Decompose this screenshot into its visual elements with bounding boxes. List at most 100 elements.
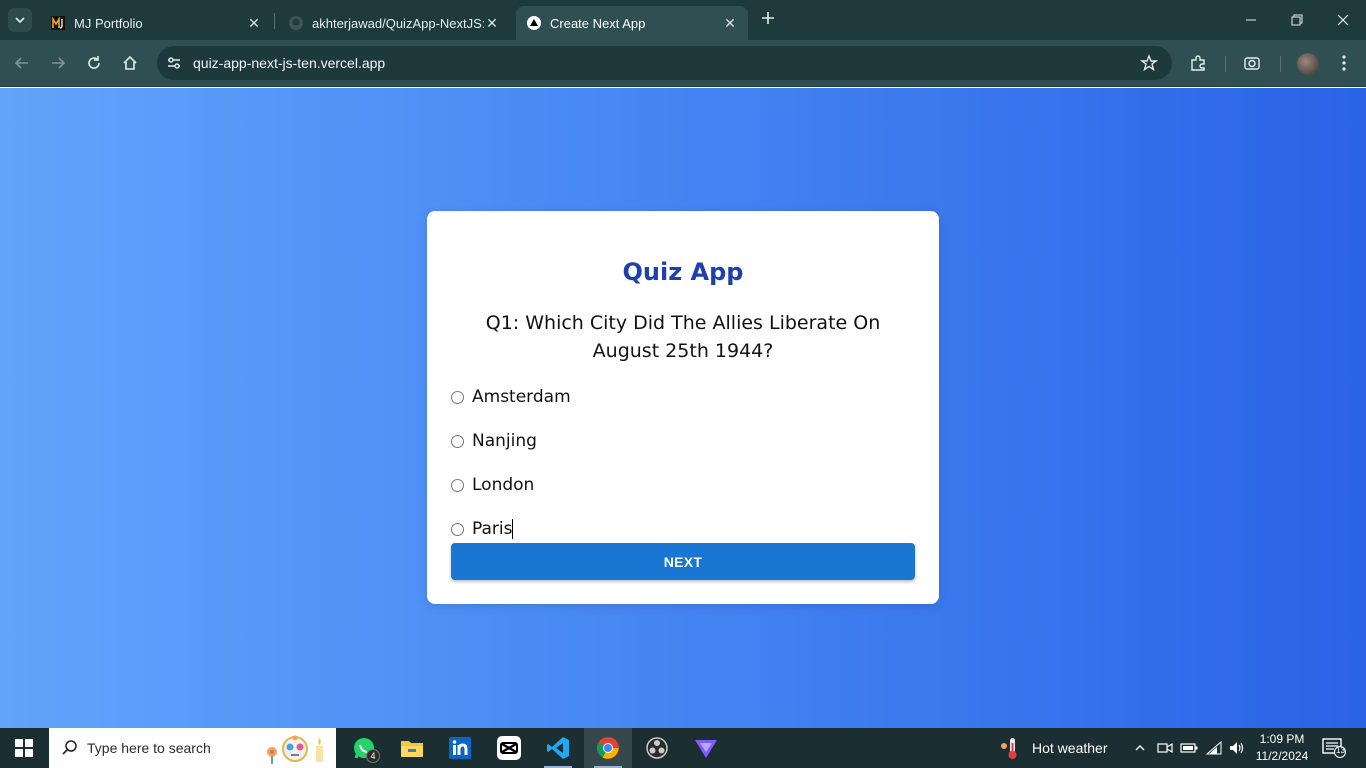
minimize-icon: [1246, 19, 1256, 21]
notification-center-button[interactable]: 13: [1322, 738, 1346, 763]
notification-badge: 4: [366, 749, 380, 763]
close-icon[interactable]: ✕: [484, 15, 500, 31]
search-icon: [61, 739, 79, 762]
puzzle-icon: [1191, 55, 1205, 71]
taskbar-capcut[interactable]: [485, 728, 533, 768]
restore-icon: [1291, 14, 1303, 26]
day-of-dead-skull-icon: [260, 732, 330, 768]
thermometer-icon: [1001, 738, 1017, 759]
taskbar-search[interactable]: Type here to search: [49, 728, 336, 768]
meet-now-button[interactable]: [1156, 739, 1174, 757]
search-placeholder: Type here to search: [87, 740, 211, 756]
reload-icon: [88, 56, 100, 69]
option-label: London: [472, 475, 535, 495]
speaker-icon: [1230, 742, 1244, 754]
radio-button[interactable]: [451, 478, 464, 492]
close-icon[interactable]: ✕: [722, 15, 738, 31]
option-label: Paris: [472, 519, 513, 539]
windows-logo-icon: [15, 739, 33, 757]
home-button[interactable]: [118, 51, 142, 75]
option-amsterdam[interactable]: Amsterdam: [451, 385, 571, 409]
back-button[interactable]: [10, 51, 34, 75]
taskbar-vscode[interactable]: [534, 728, 582, 768]
network-indicator[interactable]: [1205, 739, 1223, 757]
plus-icon: [762, 12, 774, 24]
tab-github-repo[interactable]: akhterjawad/QuizApp-NextJS: B ✕: [278, 6, 510, 40]
tab-divider: [274, 13, 275, 29]
restore-button[interactable]: [1274, 0, 1320, 40]
tab-title: akhterjawad/QuizApp-NextJS: B: [312, 15, 484, 31]
linkedin-icon: [449, 737, 471, 759]
start-button[interactable]: [0, 728, 48, 768]
battery-icon: [1180, 743, 1198, 753]
url-text: quiz-app-next-js-ten.vercel.app: [193, 55, 386, 71]
nextjs-icon: [526, 15, 542, 31]
taskbar-proton-vpn[interactable]: [682, 728, 730, 768]
clock-time: 1:09 PM: [1259, 732, 1305, 746]
tab-title: Create Next App: [550, 15, 646, 31]
tab-title: MJ Portfolio: [74, 15, 143, 31]
quiz-title: Quiz App: [622, 258, 744, 286]
tab-mj-portfolio[interactable]: MJ Portfolio ✕: [40, 6, 272, 40]
option-label: Nanjing: [472, 431, 537, 451]
quiz-card: Quiz App Q1: Which City Did The Allies L…: [427, 211, 939, 604]
toolbar-divider: [1280, 56, 1281, 72]
radio-button[interactable]: [451, 434, 464, 448]
profile-avatar[interactable]: [1297, 53, 1319, 75]
screenshot-button[interactable]: [1240, 51, 1264, 75]
arrow-right-icon: [52, 57, 66, 69]
mj-logo-icon: [50, 15, 66, 31]
volume-control[interactable]: [1228, 739, 1246, 757]
taskbar-obs[interactable]: [633, 728, 681, 768]
radio-button[interactable]: [451, 522, 464, 536]
reload-button[interactable]: [82, 51, 106, 75]
camera-icon: [1157, 742, 1173, 754]
option-london[interactable]: London: [451, 473, 534, 497]
taskbar-linkedin[interactable]: [436, 728, 484, 768]
folder-icon: [401, 741, 423, 757]
system-clock[interactable]: 1:09 PM 11/2/2024: [1252, 731, 1312, 765]
toolbar-divider: [1225, 56, 1226, 72]
close-window-button[interactable]: [1320, 0, 1366, 40]
chevron-up-icon: [1135, 745, 1145, 751]
minimize-button[interactable]: [1228, 0, 1274, 40]
tab-search-button[interactable]: [8, 8, 32, 32]
option-paris[interactable]: Paris: [451, 517, 514, 541]
bookmark-star-icon[interactable]: [1139, 54, 1159, 77]
github-icon: [288, 15, 304, 31]
close-icon: [1337, 14, 1349, 26]
forward-button[interactable]: [46, 51, 70, 75]
notification-count: 13: [1336, 746, 1345, 755]
show-hidden-icons-button[interactable]: [1131, 739, 1149, 757]
new-tab-button[interactable]: [757, 9, 779, 31]
taskbar-chrome[interactable]: [584, 728, 632, 768]
option-label: Amsterdam: [472, 387, 571, 407]
chevron-down-icon: [15, 17, 25, 24]
address-bar[interactable]: quiz-app-next-js-ten.vercel.app: [157, 46, 1172, 80]
wifi-icon: [1205, 740, 1222, 755]
extensions-button[interactable]: [1186, 51, 1210, 75]
battery-indicator[interactable]: [1180, 739, 1198, 757]
browser-menu-button[interactable]: [1332, 51, 1356, 75]
browser-toolbar: quiz-app-next-js-ten.vercel.app: [0, 40, 1366, 87]
vscode-icon: [547, 737, 569, 759]
option-nanjing[interactable]: Nanjing: [451, 429, 537, 453]
tab-strip: MJ Portfolio ✕ akhterjawad/QuizApp-NextJ…: [0, 0, 1366, 40]
next-button[interactable]: NEXT: [451, 543, 915, 580]
chrome-icon: [597, 737, 619, 759]
radio-button[interactable]: [451, 390, 464, 404]
question-text: Q1: Which City Did The Allies Liberate O…: [485, 312, 881, 362]
site-settings-icon[interactable]: [166, 55, 182, 76]
capture-icon: [1244, 57, 1260, 70]
taskbar-file-explorer[interactable]: [388, 728, 436, 768]
obs-icon: [646, 737, 668, 759]
more-vertical-icon: [1342, 55, 1346, 71]
weather-widget[interactable]: Hot weather: [998, 728, 1107, 768]
taskbar-whatsapp[interactable]: 4: [340, 728, 388, 768]
capcut-icon: [497, 736, 521, 760]
close-icon[interactable]: ✕: [246, 15, 262, 31]
arrow-left-icon: [14, 57, 28, 69]
tab-create-next-app[interactable]: Create Next App ✕: [516, 6, 748, 40]
weather-text: Hot weather: [1032, 740, 1108, 756]
taskbar: Type here to search 4 Hot weather 1:09 P…: [0, 728, 1366, 768]
